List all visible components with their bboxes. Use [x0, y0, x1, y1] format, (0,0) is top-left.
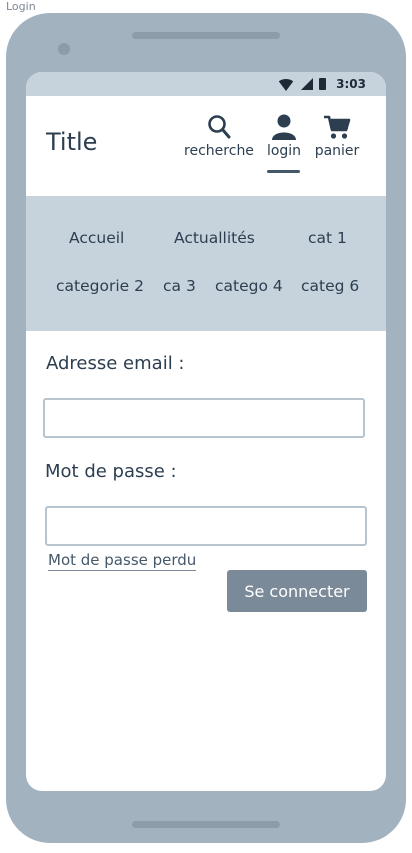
status-bar: 3:03 — [26, 72, 386, 96]
category-item-categ-6[interactable]: categ 6 — [301, 277, 359, 295]
cart-icon — [324, 115, 351, 139]
battery-icon — [319, 78, 327, 90]
status-time: 3:03 — [336, 77, 366, 91]
cart-label: panier — [314, 143, 360, 159]
category-nav: Accueil Actuallités cat 1 categorie 2 ca… — [26, 196, 386, 331]
camera — [58, 43, 70, 55]
active-tab-indicator — [267, 170, 300, 173]
category-item-ca-3[interactable]: ca 3 — [163, 277, 196, 295]
category-item-catego-4[interactable]: catego 4 — [215, 277, 283, 295]
login-button[interactable]: login — [266, 114, 302, 159]
password-label: Mot de passe : — [45, 461, 177, 482]
category-item-cat-1[interactable]: cat 1 — [308, 229, 347, 247]
login-label: login — [266, 143, 302, 159]
category-item-accueil[interactable]: Accueil — [69, 229, 124, 247]
screen: 3:03 Title recherche login panier Accuei… — [26, 72, 386, 791]
wifi-icon — [277, 79, 296, 91]
login-submit-button[interactable]: Se connecter — [227, 570, 367, 612]
forgot-password-link[interactable]: Mot de passe perdu — [48, 551, 197, 571]
search-button[interactable]: recherche — [184, 114, 254, 159]
category-item-actualites[interactable]: Actuallités — [174, 229, 255, 247]
password-field[interactable] — [45, 506, 367, 546]
app-title: Title — [46, 128, 98, 156]
app-header: Title recherche login panier — [26, 96, 386, 196]
category-item-categorie-2[interactable]: categorie 2 — [56, 277, 144, 295]
cart-button[interactable]: panier — [312, 114, 362, 159]
home-bar — [132, 821, 280, 828]
email-field[interactable] — [43, 398, 365, 438]
signal-icon — [301, 78, 314, 90]
email-label: Adresse email : — [46, 353, 185, 374]
search-icon — [208, 115, 231, 139]
frame-label: Login — [6, 0, 36, 13]
speaker-grille — [132, 32, 280, 39]
search-label: recherche — [184, 143, 254, 159]
phone-device: 3:03 Title recherche login panier Accuei… — [6, 13, 406, 843]
user-icon — [272, 114, 296, 140]
